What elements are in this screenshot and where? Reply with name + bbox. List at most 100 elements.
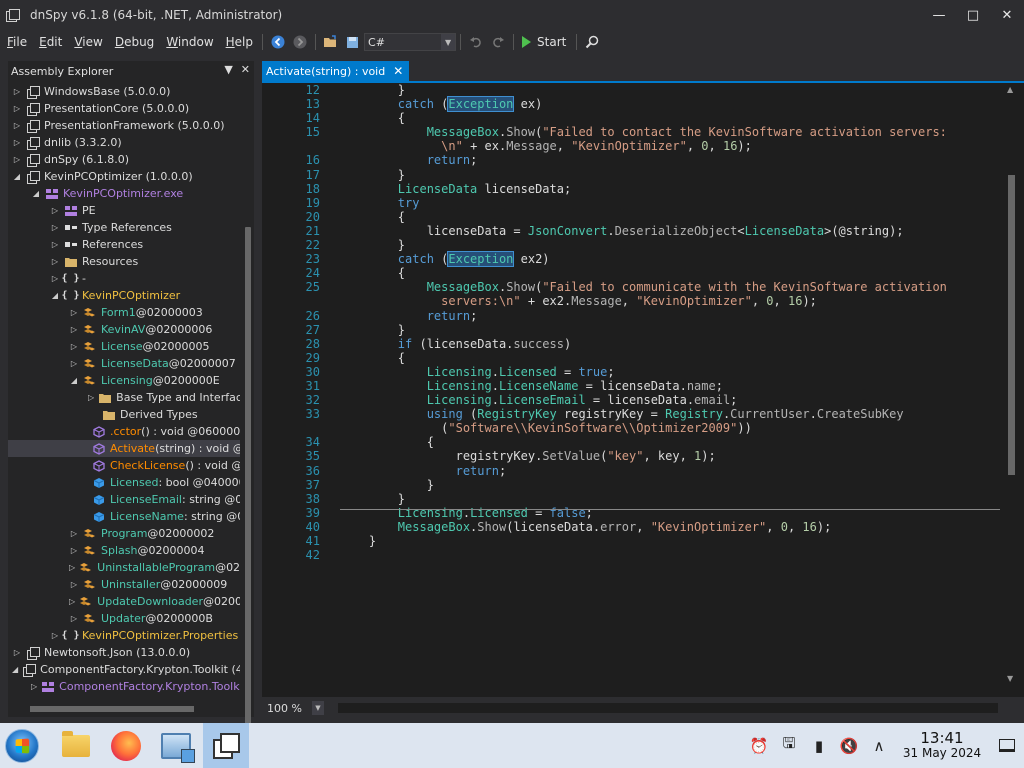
tree-item[interactable]: ◢ KevinPCOptimizer (1.0.0.0) — [8, 168, 240, 185]
navigate-forward-button[interactable] — [289, 31, 311, 53]
tree-item[interactable]: ▷ ComponentFactory.Krypton.Toolkit.dll — [8, 678, 240, 695]
tree-item[interactable]: Derived Types — [8, 406, 240, 423]
collapsed-arrow-icon[interactable]: ▷ — [69, 529, 79, 539]
code-line[interactable]: 17 } — [262, 168, 1000, 182]
tree-vertical-scrollbar[interactable] — [244, 121, 252, 727]
menu-window[interactable]: Window — [161, 35, 218, 49]
collapsed-arrow-icon[interactable]: ▷ — [69, 614, 79, 624]
code-line[interactable]: 39 Licensing.Licensed = false; — [262, 506, 1000, 520]
show-hidden-icons-chevron-up-icon[interactable]: ∧ — [864, 723, 894, 768]
zoom-chevron-down-icon[interactable]: ▼ — [312, 701, 324, 715]
taskbar-dnspy[interactable] — [203, 723, 249, 768]
tree-item[interactable]: ▷ dnSpy (6.1.8.0) — [8, 151, 240, 168]
collapsed-arrow-icon[interactable]: ▷ — [12, 104, 22, 114]
code-line[interactable]: 35 registryKey.SetValue("key", key, 1); — [262, 449, 1000, 463]
tree-item[interactable]: ▷ Type References — [8, 219, 240, 236]
scroll-down-icon[interactable]: ▼ — [1007, 674, 1013, 683]
close-window-button[interactable]: ✕ — [990, 0, 1024, 30]
language-select[interactable]: C# ▼ — [364, 33, 457, 51]
tree-item[interactable]: ▷ UninstallableProgram @0200000A — [8, 559, 240, 576]
scrollbar-thumb[interactable] — [1008, 175, 1015, 475]
tree-item[interactable]: ▷ Base Type and Interfaces — [8, 389, 240, 406]
battery-icon[interactable]: ▮ — [804, 723, 834, 768]
redo-button[interactable] — [487, 31, 509, 53]
code-line[interactable]: 36 return; — [262, 464, 1000, 478]
code-line[interactable]: 18 LicenseData licenseData; — [262, 182, 1000, 196]
code-line[interactable]: \n" + ex.Message, "KevinOptimizer", 0, 1… — [262, 139, 1000, 153]
tree-item[interactable]: ◢{ } KevinPCOptimizer — [8, 287, 240, 304]
tree-item[interactable]: ▷ UpdateDownloader @0200000C — [8, 593, 240, 610]
tree-item[interactable]: .cctor() : void @06000059 — [8, 423, 240, 440]
tree-item[interactable]: ▷ Uninstaller @02000009 — [8, 576, 240, 593]
collapsed-arrow-icon[interactable]: ▷ — [50, 223, 60, 233]
tree-item[interactable]: ▷ License @02000005 — [8, 338, 240, 355]
code-line[interactable]: 22 } — [262, 238, 1000, 252]
code-line[interactable]: 25 MessageBox.Show("Failed to communicat… — [262, 280, 1000, 294]
tab-activate[interactable]: Activate(string) : void ✕ — [262, 61, 410, 81]
close-tab-icon[interactable]: ✕ — [393, 64, 403, 78]
code-line[interactable]: 14 { — [262, 111, 1000, 125]
notifications-button[interactable] — [990, 723, 1024, 768]
windows-start-button[interactable] — [5, 728, 39, 763]
minimize-button[interactable]: — — [922, 0, 956, 30]
collapsed-arrow-icon[interactable]: ▷ — [69, 546, 79, 556]
tree-item[interactable]: CheckLicense() : void @0 — [8, 457, 240, 474]
code-line[interactable]: 33 using (RegistryKey registryKey = Regi… — [262, 407, 1000, 421]
collapsed-arrow-icon[interactable]: ▷ — [50, 274, 60, 284]
assembly-tree[interactable]: ▷ WindowsBase (5.0.0.0) ▷ PresentationCore … — [8, 83, 240, 699]
undo-button[interactable] — [465, 31, 487, 53]
editor-vertical-scrollbar[interactable]: ▲ ▼ — [1002, 83, 1024, 683]
code-line[interactable]: 27 } — [262, 323, 1000, 337]
tree-item[interactable]: ▷ Program @02000002 — [8, 525, 240, 542]
collapsed-arrow-icon[interactable]: ▷ — [69, 597, 75, 607]
code-editor[interactable]: 12 } 13 catch (Exception ex) 14 {15 Messag… — [262, 81, 1024, 697]
tree-item[interactable]: ▷ Newtonsoft.Json (13.0.0.0) — [8, 644, 240, 661]
menu-view[interactable]: View — [69, 35, 107, 49]
menu-help[interactable]: Help — [221, 35, 258, 49]
taskbar-explorer[interactable] — [53, 723, 99, 768]
tree-item[interactable]: ▷ KevinAV @02000006 — [8, 321, 240, 338]
start-debugging-button[interactable]: Start — [522, 35, 566, 49]
tree-item[interactable]: ▷{ } - — [8, 270, 240, 287]
volume-muted-icon[interactable]: 🔇 — [834, 723, 864, 768]
expanded-arrow-icon[interactable]: ◢ — [12, 665, 18, 675]
code-line[interactable]: 37 } — [262, 478, 1000, 492]
code-line[interactable]: 13 catch (Exception ex) — [262, 96, 1000, 113]
code-line[interactable]: 29 { — [262, 351, 1000, 365]
tree-item[interactable]: ▷ References — [8, 236, 240, 253]
code-line[interactable]: 19 try — [262, 196, 1000, 210]
collapsed-arrow-icon[interactable]: ▷ — [50, 206, 60, 216]
tree-item[interactable]: ▷{ } KevinPCOptimizer.Properties — [8, 627, 240, 644]
scroll-up-icon[interactable]: ▲ — [1007, 85, 1013, 94]
taskbar-firefox[interactable] — [103, 723, 149, 768]
code-line[interactable]: 21 licenseData = JsonConvert.Deserialize… — [262, 224, 1000, 238]
code-line[interactable]: 26 return; — [262, 309, 1000, 323]
tree-item[interactable]: ▷ Updater @0200000B — [8, 610, 240, 627]
tree-horizontal-scrollbar[interactable] — [18, 705, 238, 713]
menu-file[interactable]: File — [2, 35, 32, 49]
collapsed-arrow-icon[interactable]: ▷ — [12, 138, 22, 148]
tree-item[interactable]: ▷ PresentationCore (5.0.0.0) — [8, 100, 240, 117]
collapsed-arrow-icon[interactable]: ▷ — [69, 580, 79, 590]
zoom-level[interactable]: 100 % — [262, 700, 312, 716]
tree-item[interactable]: LicenseEmail : string @04000021 — [8, 491, 240, 508]
tree-item[interactable]: ◢ KevinPCOptimizer.exe — [8, 185, 240, 202]
collapsed-arrow-icon[interactable]: ▷ — [50, 631, 60, 641]
code-line[interactable]: 38 } — [262, 492, 1000, 506]
scrollbar-thumb[interactable] — [30, 706, 194, 712]
maximize-button[interactable]: □ — [956, 0, 990, 30]
navigate-back-button[interactable] — [267, 31, 289, 53]
alarm-clock-icon[interactable]: ⏰ — [744, 723, 774, 768]
collapsed-arrow-icon[interactable]: ▷ — [50, 240, 60, 250]
open-button[interactable] — [320, 31, 342, 53]
taskbar-network[interactable] — [153, 723, 199, 768]
tree-item[interactable]: ▷ dnlib (3.3.2.0) — [8, 134, 240, 151]
tree-item[interactable]: ◢ Licensing @0200000E — [8, 372, 240, 389]
code-line[interactable]: 30 Licensing.Licensed = true; — [262, 365, 1000, 379]
clock[interactable]: 13:41 31 May 2024 — [894, 730, 990, 761]
tree-item[interactable]: LicenseName : string @04000022 — [8, 508, 240, 525]
collapsed-arrow-icon[interactable]: ▷ — [69, 359, 79, 369]
tray-usb-icon[interactable]: 🖫 — [774, 723, 804, 768]
tree-item[interactable]: ▷ LicenseData @02000007 — [8, 355, 240, 372]
panel-close-icon[interactable]: ✕ — [241, 63, 250, 76]
